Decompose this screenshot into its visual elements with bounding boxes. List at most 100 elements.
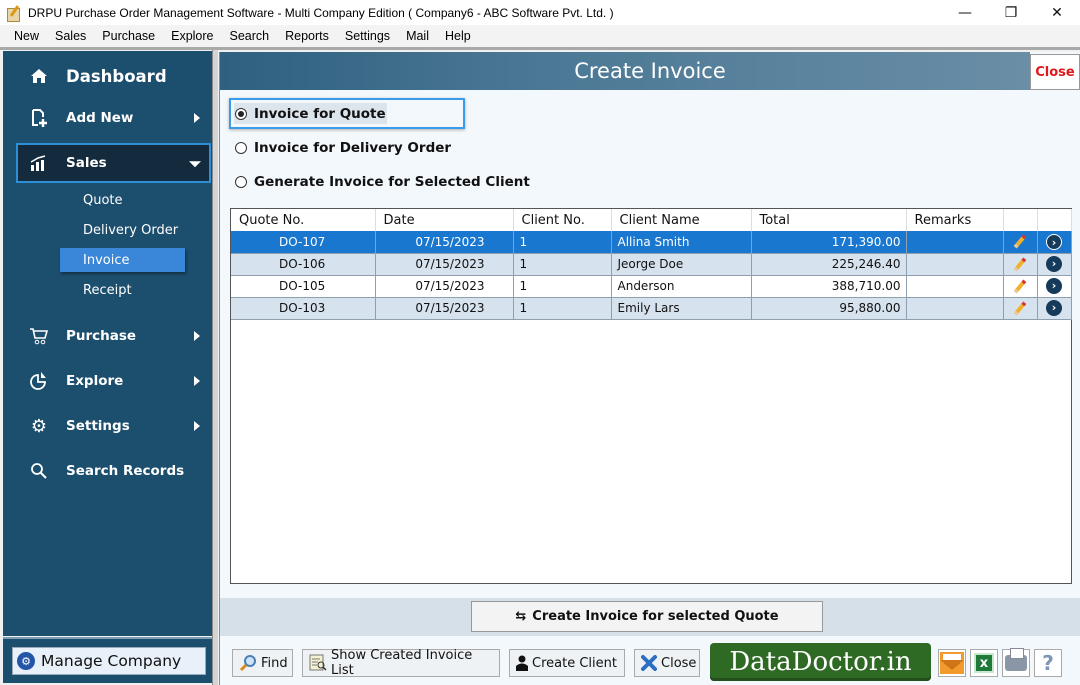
frame-divider — [0, 47, 1080, 50]
option-invoice-for-delivery-order[interactable]: Invoice for Delivery Order — [235, 140, 451, 156]
minimize-button[interactable]: — — [942, 0, 988, 25]
cell-total: 388,710.00 — [751, 275, 907, 298]
action-bar: ⇆ Create Invoice for selected Quote — [220, 598, 1080, 636]
cell-remarks — [906, 253, 1004, 276]
table-header: Quote No. Date Client No. Client Name To… — [231, 209, 1072, 231]
menu-reports[interactable]: Reports — [277, 29, 337, 43]
window-title: DRPU Purchase Order Management Software … — [28, 5, 614, 20]
table-row[interactable]: DO-103 07/15/2023 1 Emily Lars 95,880.00… — [231, 297, 1072, 320]
magnifier-icon — [239, 654, 257, 672]
sidebar-item-purchase[interactable]: Purchase — [3, 316, 212, 356]
radio-button[interactable] — [235, 176, 247, 188]
chevron-right-icon — [194, 421, 200, 431]
sidebar-subitem-delivery-order[interactable]: Delivery Order — [60, 218, 185, 242]
manage-company-panel: ⚙ Manage Company — [3, 637, 212, 683]
column-header-client-no[interactable]: Client No. — [513, 209, 612, 231]
pencil-icon[interactable] — [1013, 278, 1027, 294]
menu-help[interactable]: Help — [437, 29, 479, 43]
arrow-right-circle-icon[interactable]: › — [1046, 300, 1062, 316]
open-cell[interactable]: › — [1037, 297, 1072, 320]
pencil-icon[interactable] — [1013, 300, 1027, 316]
sidebar-item-explore[interactable]: Explore — [3, 361, 212, 401]
menu-purchase[interactable]: Purchase — [94, 29, 163, 43]
cell-client-no: 1 — [513, 297, 612, 320]
cell-date: 07/15/2023 — [375, 231, 514, 254]
edit-cell[interactable] — [1003, 253, 1038, 276]
column-header-edit — [1003, 209, 1038, 231]
table-row[interactable]: DO-106 07/15/2023 1 Jeorge Doe 225,246.4… — [231, 253, 1072, 276]
option-label: Invoice for Delivery Order — [254, 140, 452, 156]
arrow-right-circle-icon[interactable]: › — [1046, 278, 1062, 294]
sidebar-item-settings[interactable]: ⚙ Settings — [3, 406, 212, 446]
create-invoice-button[interactable]: ⇆ Create Invoice for selected Quote — [471, 601, 823, 632]
sidebar-subitem-invoice[interactable]: Invoice — [60, 248, 185, 272]
sidebar-item-search-records[interactable]: Search Records — [3, 451, 212, 491]
column-header-quote-no[interactable]: Quote No. — [231, 209, 376, 231]
column-header-client-name[interactable]: Client Name — [611, 209, 752, 231]
edit-cell[interactable] — [1003, 231, 1038, 254]
page-title: Create Invoice — [574, 59, 726, 83]
edit-cell[interactable] — [1003, 297, 1038, 320]
show-created-invoice-list-button[interactable]: Show Created Invoice List — [302, 648, 500, 678]
maximize-button[interactable]: ❐ — [988, 0, 1034, 25]
page-header: Create Invoice — [220, 52, 1030, 90]
cart-icon — [28, 325, 50, 347]
option-generate-invoice-for-client[interactable]: Generate Invoice for Selected Client — [235, 174, 530, 190]
find-label: Find — [261, 655, 288, 671]
gear-icon: ⚙ — [17, 652, 35, 670]
cell-quote-no: DO-105 — [231, 275, 376, 298]
close-button[interactable]: Close — [634, 649, 700, 677]
find-button[interactable]: Find — [232, 649, 293, 677]
sidebar-subitem-quote[interactable]: Quote — [60, 188, 185, 212]
sidebar-item-label: Explore — [66, 373, 124, 389]
pie-chart-icon — [28, 370, 50, 392]
chevron-right-icon — [194, 376, 200, 386]
close-window-button[interactable]: ✕ — [1034, 0, 1080, 25]
open-cell[interactable]: › — [1037, 275, 1072, 298]
cell-client-name: Allina Smith — [611, 231, 752, 254]
sidebar-item-sales[interactable]: Sales — [16, 143, 211, 183]
pencil-icon[interactable] — [1013, 234, 1027, 249]
option-invoice-for-quote[interactable]: Invoice for Quote — [235, 106, 386, 122]
user-icon — [516, 655, 528, 671]
help-button[interactable]: ? — [1034, 649, 1062, 677]
list-search-icon — [309, 654, 327, 672]
email-button[interactable] — [938, 649, 966, 677]
chevron-right-icon — [194, 331, 200, 341]
excel-export-button[interactable]: x — [970, 649, 998, 677]
create-client-button[interactable]: Create Client — [509, 649, 625, 677]
cell-quote-no: DO-107 — [231, 231, 376, 254]
menu-new[interactable]: New — [6, 29, 47, 43]
sidebar-subitem-receipt[interactable]: Receipt — [60, 278, 185, 302]
table-row[interactable]: DO-105 07/15/2023 1 Anderson 388,710.00 … — [231, 275, 1072, 298]
pencil-icon[interactable] — [1013, 256, 1027, 272]
menu-mail[interactable]: Mail — [398, 29, 437, 43]
manage-company-button[interactable]: ⚙ Manage Company — [12, 647, 206, 675]
sidebar-item-label: Settings — [66, 418, 130, 434]
column-header-date[interactable]: Date — [375, 209, 514, 231]
column-header-remarks[interactable]: Remarks — [906, 209, 1004, 231]
gear-icon: ⚙ — [30, 415, 48, 437]
open-cell[interactable]: › — [1037, 253, 1072, 276]
menu-search[interactable]: Search — [222, 29, 278, 43]
close-panel-button[interactable]: Close — [1030, 54, 1080, 90]
radio-button-checked[interactable] — [235, 108, 247, 120]
print-button[interactable] — [1002, 648, 1030, 677]
datadoctor-logo[interactable]: DataDoctor.in — [710, 643, 931, 681]
open-cell[interactable]: › — [1037, 231, 1072, 254]
edit-cell[interactable] — [1003, 275, 1038, 298]
arrow-right-circle-icon[interactable]: › — [1046, 233, 1062, 250]
menu-bar: New Sales Purchase Explore Search Report… — [0, 25, 1080, 47]
menu-settings[interactable]: Settings — [337, 29, 398, 43]
column-header-total[interactable]: Total — [751, 209, 907, 231]
sidebar-item-dashboard[interactable]: Dashboard — [3, 56, 212, 96]
sidebar-item-add-new[interactable]: Add New — [3, 98, 212, 138]
radio-button[interactable] — [235, 142, 247, 154]
menu-explore[interactable]: Explore — [163, 29, 221, 43]
table-row[interactable]: DO-107 07/15/2023 1 Allina Smith 171,390… — [231, 231, 1072, 254]
arrow-right-circle-icon[interactable]: › — [1046, 256, 1062, 272]
cell-client-no: 1 — [513, 231, 612, 254]
cell-remarks — [906, 297, 1004, 320]
menu-sales[interactable]: Sales — [47, 29, 94, 43]
show-list-label: Show Created Invoice List — [331, 648, 473, 678]
